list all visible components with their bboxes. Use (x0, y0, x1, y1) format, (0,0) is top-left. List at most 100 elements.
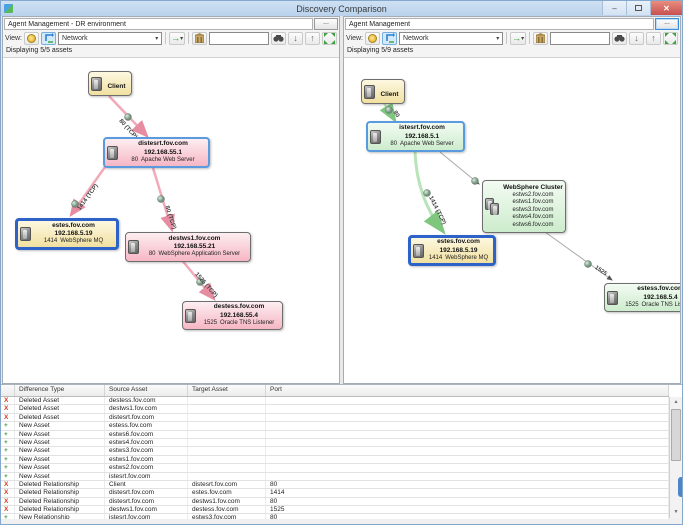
row-status-icon: + (1, 447, 15, 454)
node-client[interactable]: Client (88, 71, 132, 96)
go-button[interactable]: → ▾ (510, 32, 526, 45)
table-row[interactable]: + New Asset estws6.fov.com (1, 431, 669, 439)
asset-group-button[interactable] (533, 32, 548, 45)
column-icon (1, 385, 15, 396)
cell-target-asset: estws3.fov.com (188, 514, 266, 519)
filter-input[interactable] (550, 32, 610, 45)
diff-table-header: Difference Type Source Asset Target Asse… (1, 385, 669, 397)
table-row[interactable]: + New Asset estws2.fov.com (1, 464, 669, 472)
column-difference-type[interactable]: Difference Type (15, 385, 105, 396)
cell-target-asset (188, 397, 266, 404)
globe-icon (27, 34, 36, 43)
binoculars-icon (614, 34, 625, 42)
scrollbar-thumb[interactable] (671, 409, 681, 461)
table-row[interactable]: X Deleted Asset distesrt.fov.com (1, 414, 669, 422)
table-row[interactable]: X Deleted Asset destws1.fov.com (1, 405, 669, 413)
close-button[interactable]: ✕ (650, 1, 682, 15)
scroll-up-icon[interactable]: ▲ (670, 397, 682, 408)
node-destws1[interactable]: destws1.fov.com 192.168.55.21 80WebSpher… (125, 232, 251, 262)
move-down-button[interactable]: ↓ (629, 32, 644, 45)
view-mode-select[interactable]: Network ▾ (58, 32, 162, 45)
table-row[interactable]: + New Asset estess.fov.com (1, 422, 669, 430)
table-row[interactable]: + New Asset estws4.fov.com (1, 439, 669, 447)
edge-label: 1525 (TCP) (193, 272, 218, 299)
node-websphere-cluster[interactable]: WebSphere Cluster estws2.fov.com estws1.… (482, 180, 566, 233)
cell-source-asset: istesrt.fov.com (105, 473, 188, 480)
cell-difference-type: Deleted Relationship (15, 481, 105, 488)
node-destess[interactable]: destess.fov.com 192.168.55.4 1525Oracle … (182, 301, 283, 330)
node-estes[interactable]: estes.fov.com 192.168.5.19 1414WebSphere… (408, 235, 496, 266)
go-button[interactable]: → ▾ (169, 32, 185, 45)
node-istesrt[interactable]: istesrt.fov.com 192.168.5.1 80Apache Web… (366, 121, 465, 152)
find-button[interactable] (612, 32, 627, 45)
table-row[interactable]: + New Asset estws1.fov.com (1, 456, 669, 464)
cell-difference-type: Deleted Relationship (15, 489, 105, 496)
row-status-icon: X (1, 397, 15, 404)
node-client[interactable]: Client (361, 79, 405, 104)
arrow-up-icon: ↑ (651, 34, 656, 43)
cell-target-asset: destws1.fov.com (188, 498, 266, 505)
cell-port: 80 (266, 498, 669, 505)
server-icon (20, 227, 31, 241)
globe-view-button[interactable] (365, 32, 380, 45)
arrow-up-icon: ↑ (310, 34, 315, 43)
globe-view-button[interactable] (24, 32, 39, 45)
asset-group-button[interactable] (192, 32, 207, 45)
cell-source-asset: estess.fov.com (105, 422, 188, 429)
left-more-button[interactable]: ... (314, 18, 338, 30)
fit-view-button[interactable] (663, 32, 678, 45)
column-source-asset[interactable]: Source Asset (105, 385, 188, 396)
scroll-down-icon[interactable]: ▼ (670, 507, 682, 518)
move-up-button[interactable]: ↑ (305, 32, 320, 45)
node-estess[interactable]: estess.fov.com 192.168.5.4 1525Oracle TN… (604, 283, 680, 312)
row-status-icon: + (1, 464, 15, 471)
building-icon (536, 33, 545, 43)
move-down-button[interactable]: ↓ (288, 32, 303, 45)
cell-difference-type: New Relationship (15, 514, 105, 519)
node-estes[interactable]: estes.fov.com 192.168.5.19 1414WebSphere… (15, 218, 119, 250)
cell-target-asset (188, 422, 266, 429)
cell-difference-type: Deleted Asset (15, 397, 105, 404)
minimize-button[interactable]: – (602, 1, 626, 15)
cell-target-asset (188, 439, 266, 446)
table-row[interactable]: X Deleted Relationship Client distesrt.f… (1, 481, 669, 489)
table-row[interactable]: X Deleted Relationship distesrt.fov.com … (1, 498, 669, 506)
cell-port (266, 473, 669, 480)
table-row[interactable]: X Deleted Relationship destws1.fov.com d… (1, 506, 669, 514)
cell-source-asset: distesrt.fov.com (105, 414, 188, 421)
move-up-button[interactable]: ↑ (646, 32, 661, 45)
expand-arrows-icon (324, 33, 335, 44)
column-port[interactable]: Port (266, 385, 669, 396)
cell-target-asset (188, 464, 266, 471)
server-icon (91, 77, 102, 91)
network-layout-button[interactable] (41, 32, 56, 45)
maximize-button[interactable] (626, 1, 650, 15)
left-panel-title: Agent Management - DR environment (4, 18, 313, 30)
column-target-asset[interactable]: Target Asset (188, 385, 266, 396)
table-row[interactable]: + New Relationship istesrt.fov.com estws… (1, 514, 669, 519)
find-button[interactable] (271, 32, 286, 45)
cell-source-asset: destess.fov.com (105, 397, 188, 404)
right-topology-canvas[interactable]: 80 1414 (TCP) 1525 Client istesrt.fov.co… (344, 57, 680, 383)
cell-difference-type: New Asset (15, 473, 105, 480)
cell-target-asset (188, 447, 266, 454)
cell-difference-type: Deleted Relationship (15, 498, 105, 505)
table-row[interactable]: + New Asset estws3.fov.com (1, 447, 669, 455)
table-row[interactable]: X Deleted Relationship distesrt.fov.com … (1, 489, 669, 497)
left-topology-canvas[interactable]: 80 (TCP) 1414 (TCP) 80 (TCP) 1525 (TCP) … (3, 57, 339, 383)
view-mode-select[interactable]: Network ▾ (399, 32, 503, 45)
row-status-icon: X (1, 489, 15, 496)
view-mode-value: Network (403, 35, 429, 42)
table-row[interactable]: X Deleted Asset destess.fov.com (1, 397, 669, 405)
filter-input[interactable] (209, 32, 269, 45)
table-row[interactable]: + New Asset istesrt.fov.com (1, 473, 669, 481)
right-more-button[interactable]: ... (655, 18, 679, 30)
network-layout-button[interactable] (382, 32, 397, 45)
cell-source-asset: Client (105, 481, 188, 488)
fit-view-button[interactable] (322, 32, 337, 45)
diff-table-body: X Deleted Asset destess.fov.com X Delete… (1, 397, 669, 519)
scroll-accent (678, 477, 682, 497)
cell-source-asset: destws1.fov.com (105, 506, 188, 513)
node-distesrt[interactable]: distesrt.fov.com 192.168.55.1 80Apache W… (103, 137, 210, 168)
table-scrollbar[interactable]: ▲ ▼ (669, 397, 682, 518)
